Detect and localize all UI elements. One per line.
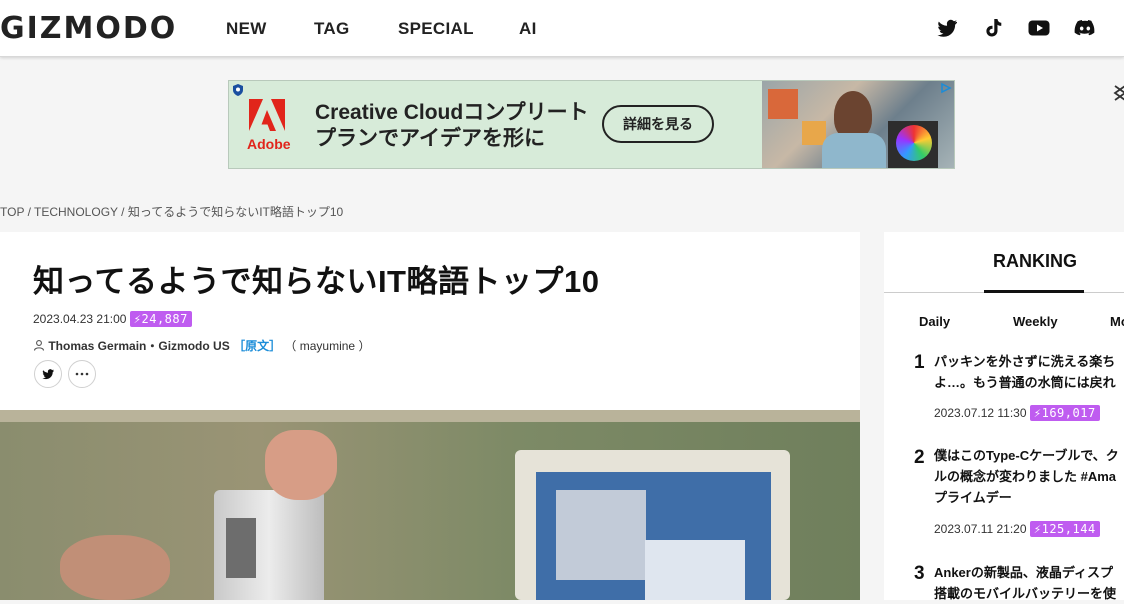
discord-icon[interactable] bbox=[1073, 16, 1097, 40]
tiktok-icon[interactable] bbox=[981, 16, 1005, 40]
share-twitter-button[interactable] bbox=[34, 360, 62, 388]
hero-blurred-hand bbox=[60, 535, 170, 600]
original-article-link[interactable]: ［原文］ bbox=[233, 339, 281, 353]
hero-screen-window bbox=[556, 490, 646, 580]
ad-photo-block bbox=[802, 121, 826, 145]
hero-screen-window bbox=[645, 540, 745, 600]
tab-daily[interactable]: Daily bbox=[919, 314, 950, 329]
ranking-item-line: 搭載のモバイルバッテリーを使 bbox=[934, 586, 1117, 601]
ad-headline-line1: Creative Cloudコンプリート bbox=[315, 101, 589, 124]
ranking-title-underline bbox=[984, 290, 1084, 293]
ad-cta-button[interactable]: 詳細を見る bbox=[602, 105, 714, 143]
top-bar: GIZMODO NEW TAG SPECIAL AI bbox=[0, 0, 1124, 57]
ranking-item-line: Ankerの新製品、液晶ディスプ bbox=[934, 565, 1113, 580]
ad-photo-shirt bbox=[822, 133, 886, 168]
ad-shield-icon[interactable] bbox=[231, 83, 245, 97]
ranking-item-title[interactable]: パッキンを外さずに洗える楽ち よ…。もう普通の水筒には戻れ bbox=[934, 351, 1124, 393]
rank-number: 1 bbox=[914, 352, 925, 373]
ad-headline-line2: プランでアイデアを形に bbox=[315, 127, 545, 150]
ranking-item-title[interactable]: Ankerの新製品、液晶ディスプ 搭載のモバイルバッテリーを使 bbox=[934, 562, 1124, 604]
ranking-item-title[interactable]: 僕はこのType-Cケーブルで、ク ルの概念が変わりました #Ama プライムデ… bbox=[934, 445, 1124, 508]
hero-ceiling bbox=[0, 410, 860, 422]
author-line: Thomas Germain・Gizmodo US ［原文］ （ mayumin… bbox=[33, 337, 370, 354]
nav-new[interactable]: NEW bbox=[226, 19, 267, 39]
ranking-title: RANKING bbox=[993, 251, 1077, 271]
article-title: 知ってるようで知らないIT略語トップ10 bbox=[33, 264, 600, 299]
nav-special[interactable]: SPECIAL bbox=[398, 19, 474, 39]
ranking-item-line: よ…。もう普通の水筒には戻れ bbox=[934, 375, 1116, 390]
ranking-item-meta: 2023.07.11 21:20 ⚡125,144 bbox=[934, 521, 1100, 537]
share-more-button[interactable] bbox=[68, 360, 96, 388]
more-icon bbox=[75, 372, 89, 376]
ad-photo-person bbox=[834, 91, 872, 139]
user-icon bbox=[33, 340, 45, 351]
tab-monthly[interactable]: Mo bbox=[1110, 314, 1124, 329]
youtube-icon[interactable] bbox=[1027, 16, 1051, 40]
ranking-item-line: 僕はこのType-Cケーブルで、ク bbox=[934, 448, 1119, 463]
tab-weekly[interactable]: Weekly bbox=[1013, 314, 1058, 329]
site-logo[interactable]: GIZMODO bbox=[0, 11, 177, 46]
rank-number: 3 bbox=[914, 563, 925, 584]
ranking-item-line: プライムデー bbox=[934, 490, 1012, 505]
view-count-badge: ⚡169,017 bbox=[1029, 405, 1100, 421]
translator-name: （ mayumine ） bbox=[284, 339, 371, 353]
hero-tower-slot bbox=[226, 518, 256, 578]
ad-headline: Creative Cloudコンプリート プランでアイデアを形に bbox=[315, 100, 589, 152]
hero-raised-fist bbox=[265, 430, 337, 500]
view-count-badge: ⚡24,887 bbox=[129, 311, 192, 327]
adchoices-icon[interactable] bbox=[940, 82, 952, 94]
twitter-icon[interactable] bbox=[935, 16, 959, 40]
ranking-item-date: 2023.07.12 11:30 bbox=[934, 406, 1027, 420]
ranking-item-line: ルの概念が変わりました #Ama bbox=[934, 469, 1117, 484]
article-date: 2023.04.23 21:00 bbox=[33, 312, 127, 326]
view-count-badge: ⚡125,144 bbox=[1029, 521, 1100, 537]
ranking-item-line: パッキンを外さずに洗える楽ち bbox=[934, 354, 1116, 369]
article-hero-image bbox=[0, 410, 860, 600]
article-meta: 2023.04.23 21:00 ⚡24,887 bbox=[33, 311, 192, 327]
ad-banner[interactable]: Adobe Creative Cloudコンプリート プランでアイデアを形に 詳… bbox=[228, 80, 955, 169]
breadcrumb[interactable]: TOP / TECHNOLOGY / 知ってるようで知らないIT略語トップ10 bbox=[0, 203, 343, 220]
ad-color-wheel-icon bbox=[896, 125, 932, 161]
nav-tag[interactable]: TAG bbox=[314, 19, 350, 39]
ranking-item-meta: 2023.07.12 11:30 ⚡169,017 bbox=[934, 405, 1100, 421]
ad-photo-block bbox=[768, 89, 798, 119]
ad-photo bbox=[762, 81, 954, 168]
author-name[interactable]: Thomas Germain・Gizmodo US bbox=[48, 339, 229, 353]
ad-brand: Adobe bbox=[247, 136, 291, 152]
adobe-logo-icon bbox=[249, 99, 285, 131]
ad-close-icon[interactable] bbox=[1113, 84, 1124, 102]
ranking-item-date: 2023.07.11 21:20 bbox=[934, 522, 1027, 536]
twitter-icon bbox=[42, 369, 54, 380]
rank-number: 2 bbox=[914, 447, 925, 468]
nav-ai[interactable]: AI bbox=[519, 19, 537, 39]
